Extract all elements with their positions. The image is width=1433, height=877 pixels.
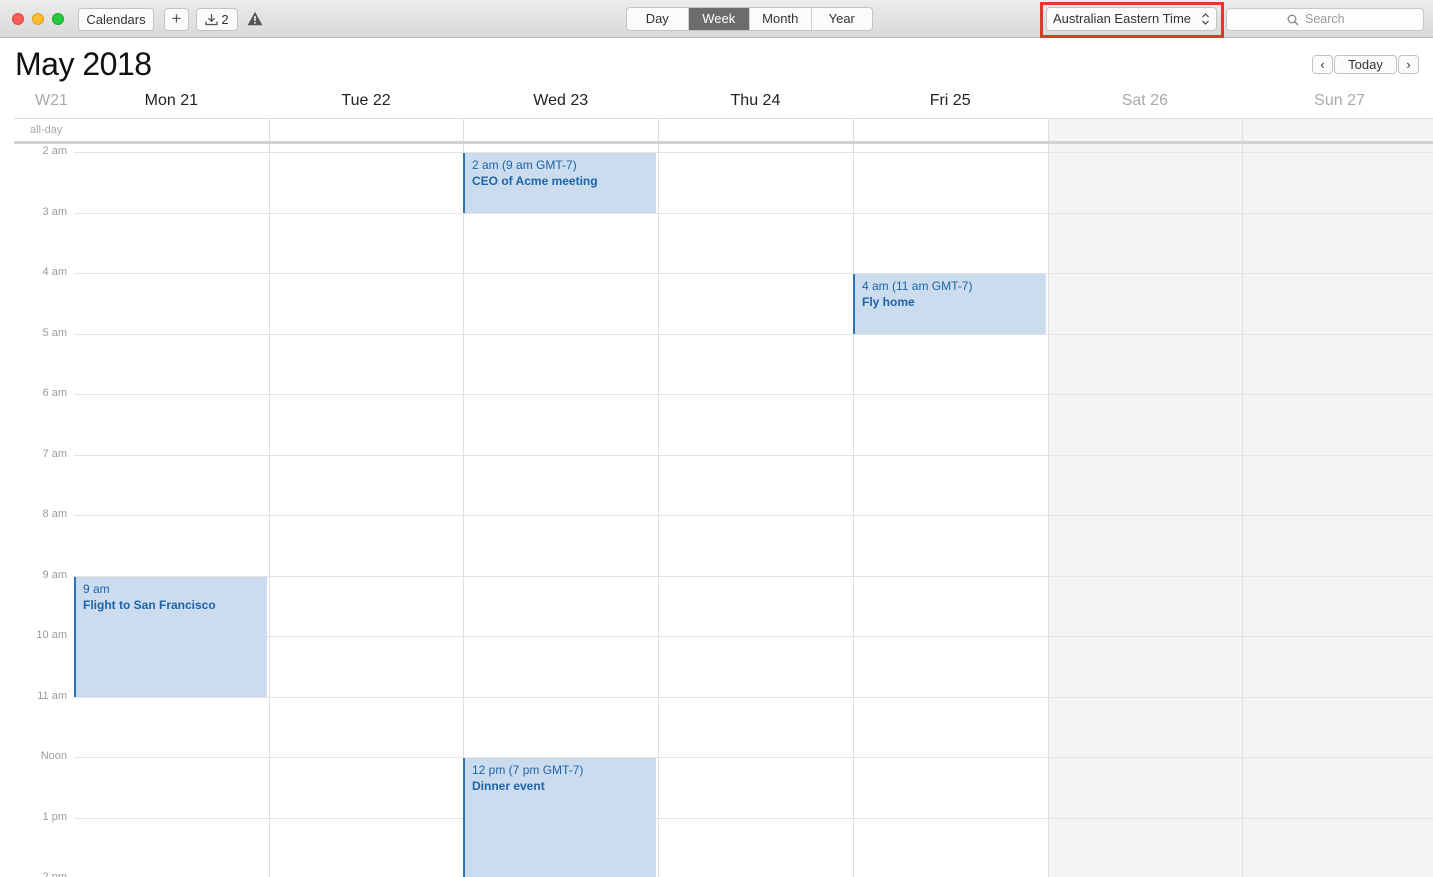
hour-gridline	[74, 636, 1433, 637]
view-week-tab[interactable]: Week	[688, 8, 750, 30]
day-column-divider	[269, 119, 270, 877]
event-title: Fly home	[862, 295, 915, 309]
inbox-count: 2	[221, 12, 229, 27]
hour-label: 8 am	[42, 508, 67, 520]
calendar-event[interactable]: 2 am (9 am GMT-7) CEO of Acme meeting	[463, 153, 656, 213]
day-header-tue[interactable]: Tue 22	[269, 92, 464, 110]
hour-gridline	[74, 334, 1433, 335]
search-placeholder: Search	[1305, 12, 1345, 26]
event-title: Flight to San Francisco	[83, 598, 216, 612]
day-header-mon[interactable]: Mon 21	[74, 92, 269, 110]
hour-gridline	[74, 455, 1433, 456]
all-day-separator	[14, 141, 1433, 144]
day-column-divider	[1048, 119, 1049, 877]
all-day-row[interactable]	[14, 118, 1433, 142]
hour-label: 10 am	[36, 629, 67, 641]
calendars-button[interactable]: Calendars	[78, 8, 154, 31]
inbox-download-icon	[205, 14, 219, 26]
view-day-tab[interactable]: Day	[627, 8, 689, 30]
search-field[interactable]: Search	[1226, 8, 1424, 31]
view-year-tab[interactable]: Year	[812, 8, 873, 30]
hour-gridline	[74, 576, 1433, 577]
hour-gridline	[74, 213, 1433, 214]
toolbar: Calendars + 2 Day Week Month Year Austra…	[0, 0, 1433, 38]
month-year-title: May 2018	[15, 46, 152, 83]
event-time: 9 am	[83, 582, 110, 596]
hour-gridline	[74, 394, 1433, 395]
warning-icon[interactable]	[247, 11, 263, 26]
minimize-window-button[interactable]	[32, 13, 44, 25]
hour-label: 1 pm	[42, 811, 67, 823]
view-month-tab[interactable]: Month	[750, 8, 812, 30]
hour-label: 7 am	[42, 448, 67, 460]
day-header-sun[interactable]: Sun 27	[1242, 92, 1433, 110]
hour-gridline	[74, 152, 1433, 153]
previous-week-button[interactable]: ‹	[1312, 55, 1333, 74]
hour-label: 2 am	[42, 145, 67, 157]
event-time: 12 pm (7 pm GMT-7)	[472, 763, 584, 777]
view-switcher: Day Week Month Year	[626, 7, 873, 31]
all-day-label: all-day	[30, 124, 63, 136]
title-month: May	[15, 46, 74, 82]
add-event-button[interactable]: +	[164, 8, 189, 31]
title-year: 2018	[82, 46, 152, 82]
hour-label: 5 am	[42, 327, 67, 339]
close-window-button[interactable]	[12, 13, 24, 25]
event-time: 2 am (9 am GMT-7)	[472, 158, 577, 172]
calendar-event[interactable]: 12 pm (7 pm GMT-7) Dinner event	[463, 758, 656, 877]
inbox-button[interactable]: 2	[196, 8, 238, 31]
timezone-value: Australian Eastern Time	[1053, 11, 1192, 26]
hour-label: 6 am	[42, 387, 67, 399]
weekend-background	[1047, 119, 1243, 877]
day-column-divider	[1242, 119, 1243, 877]
week-number: W21	[35, 92, 68, 109]
updown-chevron-icon	[1202, 13, 1209, 25]
event-title: Dinner event	[472, 779, 545, 793]
day-header-sat[interactable]: Sat 26	[1048, 92, 1243, 110]
day-header-wed[interactable]: Wed 23	[463, 92, 658, 110]
day-column-divider	[658, 119, 659, 877]
hour-label: 2 pm	[42, 871, 67, 877]
day-header-fri[interactable]: Fri 25	[853, 92, 1048, 110]
next-week-button[interactable]: ›	[1398, 55, 1419, 74]
hour-gridline	[74, 757, 1433, 758]
hour-label: Noon	[40, 750, 67, 762]
calendar-event[interactable]: 4 am (11 am GMT-7) Fly home	[853, 274, 1046, 334]
hour-gridline	[74, 818, 1433, 819]
weekend-background	[1242, 119, 1433, 877]
calendar-event[interactable]: 9 am Flight to San Francisco	[74, 577, 267, 697]
hour-gridline	[74, 515, 1433, 516]
hour-gridline	[74, 697, 1433, 698]
event-time: 4 am (11 am GMT-7)	[862, 279, 973, 293]
hour-label: 11 am	[37, 690, 67, 702]
timezone-select[interactable]: Australian Eastern Time	[1046, 7, 1217, 31]
hour-label: 3 am	[42, 206, 67, 218]
today-button[interactable]: Today	[1334, 55, 1397, 74]
hour-label: 9 am	[42, 569, 67, 581]
day-header-thu[interactable]: Thu 24	[658, 92, 853, 110]
hour-label: 4 am	[42, 266, 67, 278]
day-column-divider	[853, 119, 854, 877]
event-title: CEO of Acme meeting	[472, 174, 598, 188]
search-icon	[1287, 14, 1299, 26]
hour-gridline	[74, 273, 1433, 274]
zoom-window-button[interactable]	[52, 13, 64, 25]
